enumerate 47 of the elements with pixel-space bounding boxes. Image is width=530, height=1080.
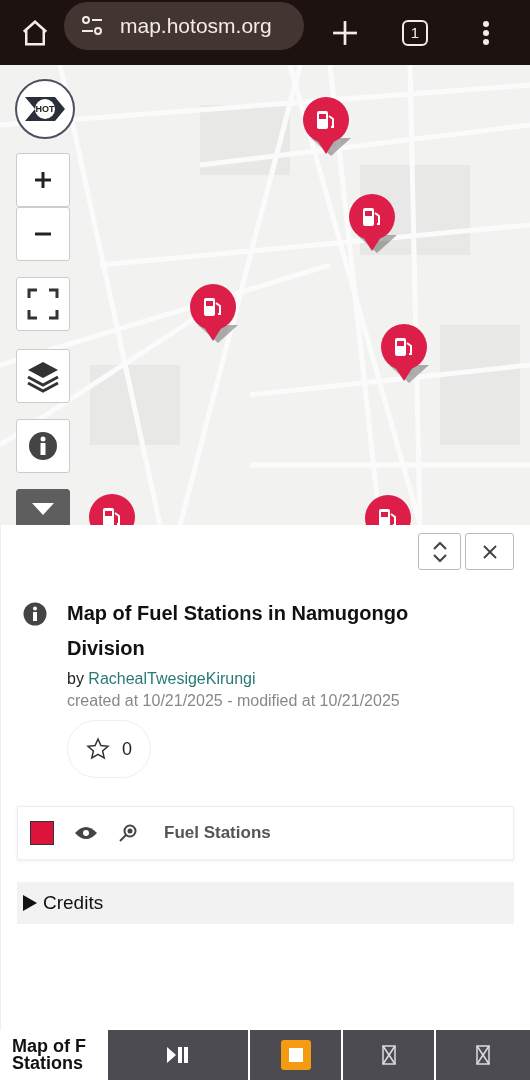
- fuel-marker-icon[interactable]: [302, 96, 352, 158]
- stop-button[interactable]: [250, 1030, 341, 1080]
- crossed-box-icon: [381, 1045, 396, 1065]
- credits-toggle[interactable]: Credits: [17, 882, 514, 924]
- eye-icon[interactable]: [74, 825, 98, 841]
- star-icon: [86, 737, 110, 761]
- menu-icon[interactable]: [482, 19, 490, 46]
- layers-button[interactable]: [16, 349, 70, 403]
- zoom-in-button[interactable]: [16, 153, 70, 207]
- address-bar[interactable]: map.hotosm.org: [64, 1, 304, 50]
- star-button[interactable]: 0: [67, 720, 151, 778]
- url-text: map.hotosm.org: [120, 13, 272, 38]
- dates-text: created at 10/21/2025 - modified at 10/21/2025: [67, 692, 401, 710]
- fuel-marker-icon[interactable]: [189, 283, 239, 345]
- fullscreen-icon: [27, 288, 59, 320]
- fullscreen-button[interactable]: [16, 277, 70, 331]
- info-icon: [28, 431, 58, 461]
- expand-button[interactable]: [418, 533, 461, 570]
- fuel-marker-icon[interactable]: [380, 323, 430, 385]
- minus-icon: [34, 232, 52, 236]
- media-title: Stations: [12, 1055, 84, 1072]
- map-title: Map of Fuel Stations in Namugongo Division: [67, 601, 410, 661]
- triangle-icon: [23, 895, 37, 911]
- close-button[interactable]: [465, 533, 514, 570]
- tab-count-button[interactable]: 1: [402, 19, 428, 46]
- close-icon: [481, 543, 498, 560]
- layers-icon: [26, 359, 60, 393]
- fuel-marker-icon[interactable]: [348, 193, 398, 255]
- unknown-glyph-button[interactable]: [436, 1030, 530, 1080]
- caret-down-icon: [32, 503, 54, 515]
- stop-icon: [280, 1040, 311, 1070]
- site-settings-icon[interactable]: [80, 14, 104, 37]
- play-pause-icon: [167, 1047, 189, 1063]
- info-icon: [23, 602, 47, 626]
- crossed-box-icon: [476, 1045, 490, 1065]
- dropdown-button[interactable]: [16, 489, 70, 525]
- zoom-to-layer-icon[interactable]: [118, 823, 138, 843]
- info-button[interactable]: [16, 419, 70, 473]
- new-tab-icon[interactable]: [332, 19, 358, 46]
- media-title: Map of F: [12, 1038, 87, 1055]
- layer-name: Fuel Stations: [164, 823, 271, 843]
- plus-icon: [34, 171, 52, 189]
- unknown-glyph-button[interactable]: [343, 1030, 434, 1080]
- play-pause-button[interactable]: [108, 1030, 248, 1080]
- author-line: by RachealTwesigeKirungi: [67, 670, 257, 688]
- author-link[interactable]: RachealTwesigeKirungi: [88, 670, 256, 687]
- up-down-chevron-icon: [431, 539, 448, 564]
